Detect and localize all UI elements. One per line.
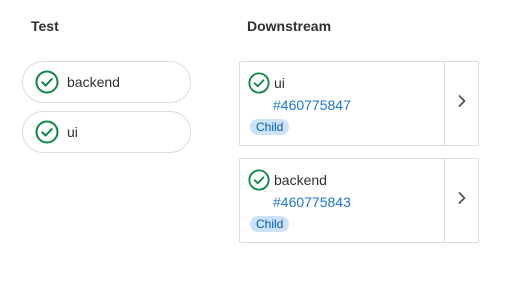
job-name: ui <box>67 124 78 140</box>
status-success-icon <box>35 70 59 94</box>
child-badge: Child <box>250 216 290 232</box>
job-backend[interactable]: backend <box>22 61 191 103</box>
job-name: backend <box>67 74 120 90</box>
child-badge: Child <box>250 119 290 135</box>
downstream-pipeline-ui: ui #460775847 Child <box>239 61 479 146</box>
downstream-pipeline-link[interactable]: #460775847 <box>273 97 444 113</box>
expand-pipeline-button[interactable] <box>444 62 478 145</box>
downstream-pipeline-link[interactable]: #460775843 <box>273 194 444 210</box>
chevron-right-icon <box>456 191 468 210</box>
downstream-project-name: ui <box>274 75 285 91</box>
downstream-pipeline-backend: backend #460775843 Child <box>239 158 479 243</box>
status-success-icon[interactable] <box>248 169 270 191</box>
downstream-project-name: backend <box>274 172 327 188</box>
downstream-pipeline-body: backend #460775843 Child <box>240 159 444 242</box>
status-success-icon[interactable] <box>248 72 270 94</box>
downstream-pipeline-body: ui #460775847 Child <box>240 62 444 145</box>
status-success-icon <box>35 120 59 144</box>
expand-pipeline-button[interactable] <box>444 159 478 242</box>
stage-title-test: Test <box>31 18 59 34</box>
chevron-right-icon <box>456 94 468 113</box>
stage-title-downstream: Downstream <box>247 18 332 34</box>
pipeline-graph: Test Downstream backend ui ui #460775847… <box>0 0 509 286</box>
job-ui[interactable]: ui <box>22 111 191 153</box>
